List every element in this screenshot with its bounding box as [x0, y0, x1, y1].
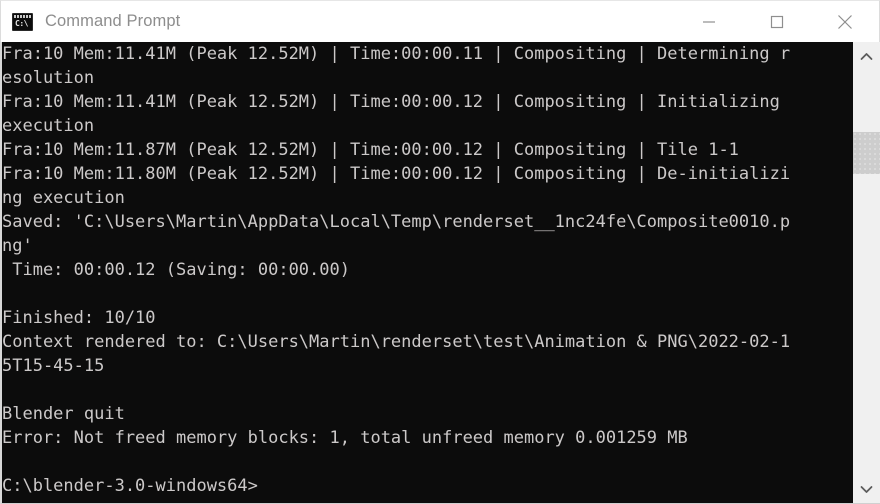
chevron-up-icon	[860, 52, 873, 60]
window-title: Command Prompt	[45, 12, 181, 30]
icon-title-stripe	[14, 14, 31, 18]
scroll-down-arrow[interactable]	[853, 475, 880, 503]
scroll-up-arrow[interactable]	[853, 42, 880, 70]
chevron-down-icon	[860, 485, 873, 493]
minimize-button[interactable]	[675, 1, 743, 43]
console-line: Fra:10 Mem:11.41M (Peak 12.52M) | Time:0…	[2, 92, 780, 112]
console-line: ng execution	[2, 188, 125, 208]
console-line: Context rendered to: C:\Users\Martin\ren…	[2, 332, 791, 352]
title-bar-left: C:\ Command Prompt	[1, 12, 180, 31]
command-prompt-icon: C:\	[12, 12, 33, 31]
maximize-icon	[770, 15, 784, 28]
console-line: Finished: 10/10	[2, 308, 156, 328]
console-area: Fra:10 Mem:11.41M (Peak 12.52M) | Time:0…	[0, 42, 880, 504]
console-output[interactable]: Fra:10 Mem:11.41M (Peak 12.52M) | Time:0…	[2, 42, 852, 503]
maximize-button[interactable]	[743, 1, 811, 43]
console-line: Saved: 'C:\Users\Martin\AppData\Local\Te…	[2, 212, 791, 232]
console-line: ng'	[2, 236, 33, 256]
console-line: Error: Not freed memory blocks: 1, total…	[2, 428, 688, 448]
window-controls	[675, 1, 879, 43]
minimize-icon	[703, 20, 715, 23]
console-line: 5T15-45-15	[2, 356, 105, 376]
command-prompt-window: C:\ Command Prompt Fra:10 Mem:11.41M (Pe…	[0, 0, 880, 504]
console-line: Time: 00:00.12 (Saving: 00:00.00)	[2, 260, 350, 280]
console-line: execution	[2, 116, 95, 136]
console-line: Fra:10 Mem:11.80M (Peak 12.52M) | Time:0…	[2, 164, 791, 184]
close-icon	[838, 14, 852, 29]
console-line: Fra:10 Mem:11.41M (Peak 12.52M) | Time:0…	[2, 44, 791, 64]
icon-prompt-glyph: C:\	[15, 18, 28, 28]
console-line: Fra:10 Mem:11.87M (Peak 12.52M) | Time:0…	[2, 140, 739, 160]
console-scrollbar[interactable]	[852, 42, 880, 503]
scrollbar-thumb[interactable]	[853, 132, 880, 174]
close-button[interactable]	[811, 1, 879, 43]
title-bar[interactable]: C:\ Command Prompt	[0, 0, 880, 42]
console-line: esolution	[2, 68, 95, 88]
scrollbar-track[interactable]	[853, 70, 880, 475]
console-line: C:\blender-3.0-windows64>	[2, 476, 258, 496]
console-line: Blender quit	[2, 404, 125, 424]
